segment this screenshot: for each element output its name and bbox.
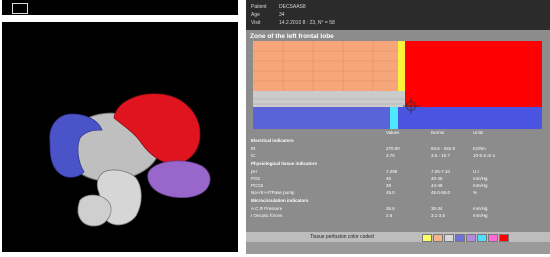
legend-label: Tissue perfusion color coded: [310, 234, 374, 240]
map-cyan-region: [390, 107, 398, 129]
row-value: 7.299: [386, 169, 398, 174]
legend-swatch: [488, 234, 498, 242]
map-red-region: [405, 41, 542, 107]
row-unit: mm/Hg: [473, 213, 488, 218]
legend-swatch: [455, 234, 465, 242]
row-unit: mm/Hg: [473, 176, 488, 181]
row-value: 3.70: [386, 153, 395, 158]
table-row: Electrical indicators: [251, 137, 543, 144]
map-blue-left-region: [253, 107, 390, 129]
row-name: Electrical indicators: [251, 138, 294, 143]
table-row: IC 3.70 3.5 - 10.7 10-5 S.m-1: [251, 152, 543, 159]
row-unit: 10-5 S.m-1: [473, 153, 496, 158]
row-norm: 7.26-7.34: [431, 169, 451, 174]
perfusion-map[interactable]: [253, 41, 542, 129]
cerebellum: [77, 194, 112, 227]
row-value: 36.6: [386, 206, 395, 211]
table-row: PCO2 38 44-48 mm/Hg: [251, 182, 543, 189]
row-unit: KOhm: [473, 146, 486, 151]
map-yellow-region: [398, 41, 405, 91]
row-name: A.C.R Pressure: [251, 206, 283, 211]
row-name: I Oncotic forces: [251, 213, 283, 218]
row-value: 45: [386, 176, 392, 181]
row-norm: 30-34: [431, 206, 443, 211]
row-norm: 3.5 - 10.7: [431, 153, 451, 158]
legend-swatch: [477, 234, 487, 242]
row-name: PO2: [251, 176, 261, 181]
row-norm: 45.0-55.0: [431, 190, 451, 195]
table-row: PO2 45 40-46 mm/Hg: [251, 175, 543, 182]
table-row: Na+/K+ATPase pump 45.0 45.0-55.0 %: [251, 189, 543, 196]
legend-swatch: [499, 234, 509, 242]
row-name: IC: [251, 153, 256, 158]
row-value: 270.90: [386, 146, 400, 151]
patient-info-box: Patient DECSAAS8 Age 34 Visit 14.2.2010 …: [246, 0, 550, 30]
view-toolbar-strip: [2, 0, 238, 15]
table-row: I Oncotic forces 2.6 3.1-3.5 mm/Hg: [251, 212, 543, 219]
footer-bar: [246, 242, 550, 254]
row-norm: 44-48: [431, 183, 443, 188]
row-value: 2.6: [386, 213, 393, 218]
header-units: Units: [473, 130, 484, 135]
row-norm: 3.1-3.5: [431, 213, 446, 218]
brain-3d-model: [49, 93, 211, 227]
table-row: pH 7.299 7.26-7.34 U.I: [251, 168, 543, 175]
row-name: pH: [251, 169, 257, 174]
map-salmon-region: [253, 41, 398, 91]
header-norms: Norms: [431, 130, 445, 135]
table-row: Microcirculation indicators: [251, 197, 543, 204]
row-unit: mm/Hg: [473, 183, 488, 188]
visit-label: Visit: [251, 20, 261, 26]
legend-swatch: [433, 234, 443, 242]
brain-3d-viewport[interactable]: [2, 22, 238, 252]
row-norm: 40-46: [431, 176, 443, 181]
diagnostics-panel: Patient DECSAAS8 Age 34 Visit 14.2.2010 …: [246, 0, 550, 254]
perfusion-legend: Tissue perfusion color coded: [246, 232, 550, 242]
row-name: PCO2: [251, 183, 264, 188]
table-row: IR 270.90 93.6 - 282.9 KOhm: [251, 145, 543, 152]
row-name: Na+/K+ATPase pump: [251, 190, 295, 195]
brain-3d-view-panel: [0, 0, 244, 254]
row-unit: %: [473, 190, 478, 195]
map-blue-right-region: [398, 107, 542, 129]
age-label: Age: [251, 12, 260, 18]
row-unit: mm/Hg: [473, 206, 488, 211]
zone-title: Zone of the left frontal lobe: [250, 33, 334, 40]
patient-label: Patient: [251, 4, 267, 10]
perfusion-map-grid: [253, 41, 542, 129]
table-row: Physiological tissue indicators: [251, 160, 543, 167]
row-name: IR: [251, 146, 256, 151]
row-name: Physiological tissue indicators: [251, 161, 318, 166]
row-unit: U.I: [473, 169, 479, 174]
visit-value: 14.2.2010 8 : 23, N° = 58: [279, 20, 335, 26]
row-value: 38: [386, 183, 392, 188]
patient-value: DECSAAS8: [279, 4, 306, 10]
header-values: Values: [386, 130, 400, 135]
legend-swatch: [444, 234, 454, 242]
legend-swatch: [422, 234, 432, 242]
row-name: Microcirculation indicators: [251, 198, 309, 203]
temporal-lobe: [147, 160, 211, 198]
row-value: 45.0: [386, 190, 395, 195]
age-value: 34: [279, 12, 285, 18]
row-norm: 93.6 - 282.9: [431, 146, 456, 151]
table-row: A.C.R Pressure 36.6 30-34 mm/Hg: [251, 205, 543, 212]
legend-swatch: [466, 234, 476, 242]
view-toolbar-box: [12, 3, 28, 14]
